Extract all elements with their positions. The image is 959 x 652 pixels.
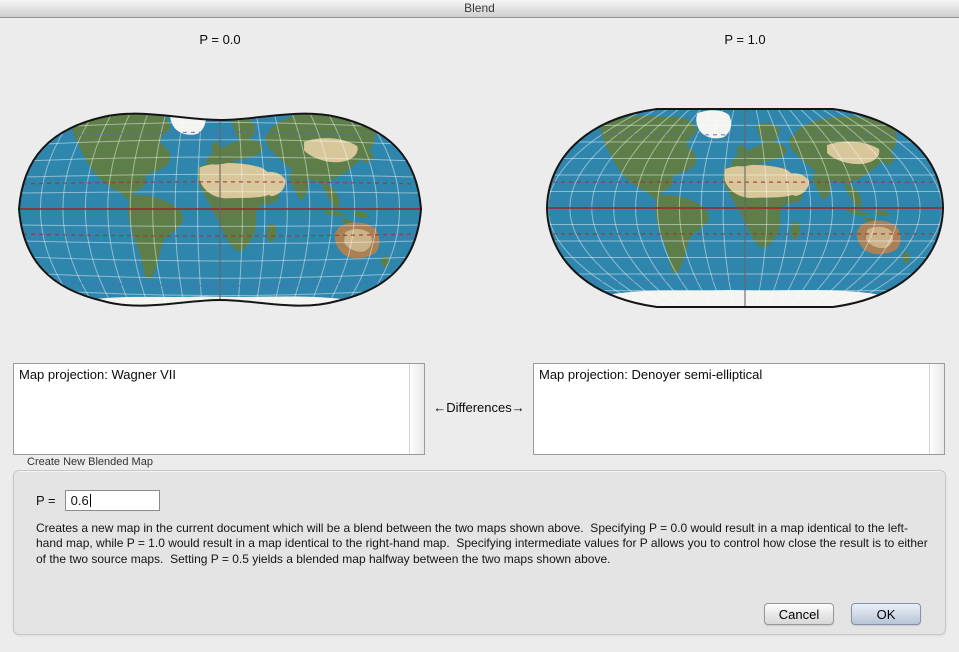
differences-label: ←Differences→ xyxy=(425,400,533,415)
titlebar[interactable]: Blend xyxy=(0,0,959,18)
left-map-description: Map projection: Wagner VII xyxy=(19,367,406,382)
blend-description: Creates a new map in the current documen… xyxy=(36,521,933,567)
right-map-description: Map projection: Denoyer semi-elliptical xyxy=(539,367,926,382)
text-caret xyxy=(90,494,91,507)
p-input[interactable]: 0.6 xyxy=(65,490,160,511)
left-map-label: P = 0.0 xyxy=(15,32,425,47)
p-field-label: P = xyxy=(36,493,56,508)
right-map-preview xyxy=(545,101,945,315)
group-title: Create New Blended Map xyxy=(27,456,153,468)
left-map-description-box[interactable]: Map projection: Wagner VII xyxy=(13,363,425,455)
right-description-scrollbar[interactable] xyxy=(929,364,944,454)
ok-button[interactable]: OK xyxy=(851,603,921,625)
cancel-button[interactable]: Cancel xyxy=(764,603,834,625)
p-input-value: 0.6 xyxy=(71,493,89,508)
right-map-label: P = 1.0 xyxy=(545,32,945,47)
button-row: Cancel OK xyxy=(764,603,921,625)
create-blended-map-group: P = 0.6 Creates a new map in the current… xyxy=(13,470,946,635)
left-map-preview xyxy=(15,95,425,323)
window-title: Blend xyxy=(464,1,495,15)
p-row: P = 0.6 xyxy=(36,490,160,511)
right-map-description-box[interactable]: Map projection: Denoyer semi-elliptical xyxy=(533,363,945,455)
left-description-scrollbar[interactable] xyxy=(409,364,424,454)
